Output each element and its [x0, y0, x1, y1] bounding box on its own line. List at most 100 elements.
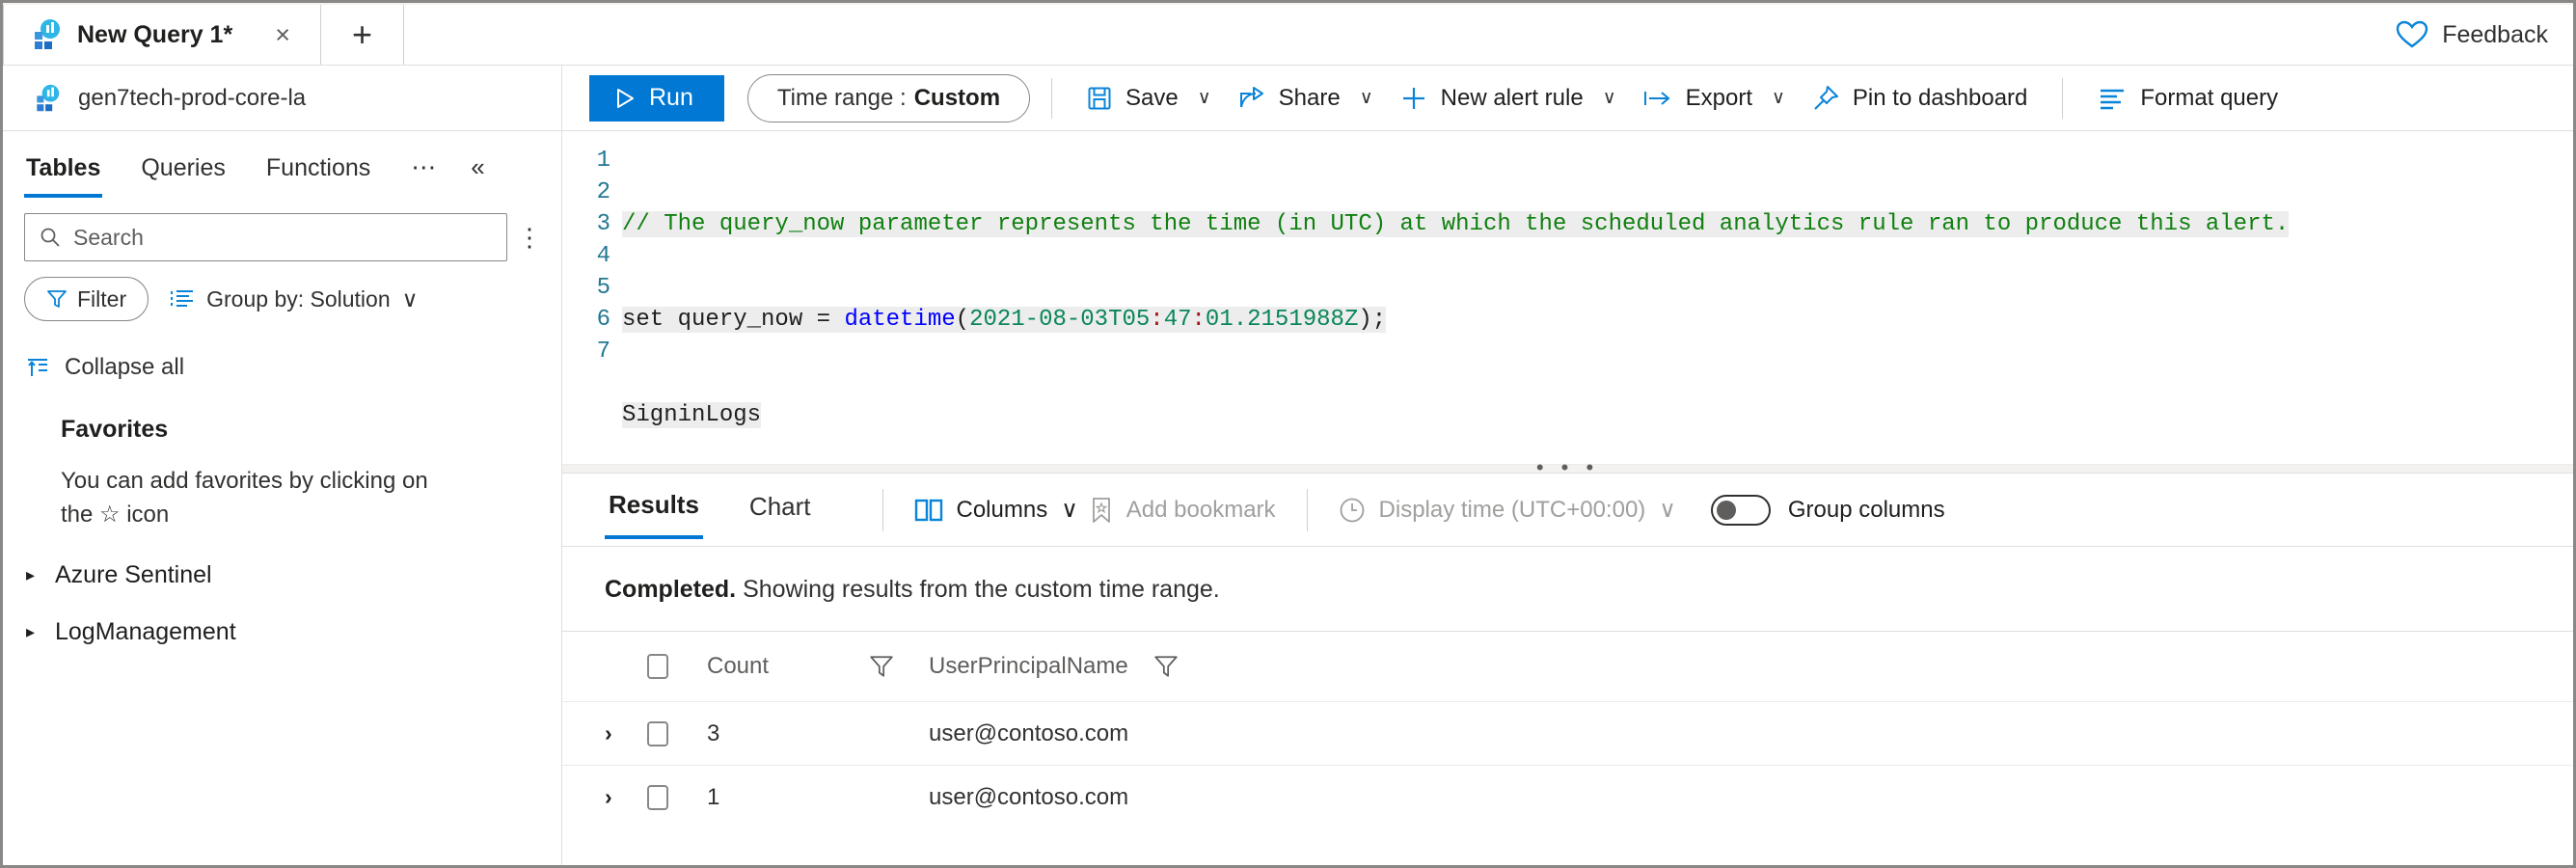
pin-to-dashboard-button[interactable]: Pin to dashboard — [1799, 74, 2041, 122]
results-toolbar: Results Chart Columns ∨ — [562, 474, 2573, 547]
sidebar-node-azure-sentinel[interactable]: ▸ Azure Sentinel — [3, 532, 561, 589]
sidebar-tab-queries[interactable]: Queries — [139, 149, 228, 194]
cell-userprincipalname: user@contoso.com — [929, 784, 1128, 811]
column-filter-userprincipalname[interactable] — [1153, 654, 1213, 679]
save-icon — [1087, 86, 1112, 111]
expand-row-icon[interactable]: › — [605, 784, 647, 810]
code-token: SigninLogs — [622, 402, 761, 428]
workspace-selector[interactable]: gen7tech-prod-core-la — [3, 66, 562, 131]
line-number: 3 — [562, 208, 610, 240]
row-select-cell[interactable] — [647, 721, 707, 746]
time-range-prefix: Time range : — [777, 85, 907, 112]
time-range-picker[interactable]: Time range : Custom — [747, 74, 1030, 122]
sidebar-kebab-icon[interactable]: ⋮ — [517, 228, 542, 248]
time-range-value: Custom — [914, 85, 1000, 112]
table-row[interactable]: › 1 user@contoso.com — [562, 765, 2573, 828]
close-icon[interactable]: × — [275, 22, 290, 48]
add-bookmark-button[interactable]: Add bookmark — [1084, 497, 1282, 524]
table-row[interactable]: › 3 user@contoso.com — [562, 701, 2573, 765]
pin-icon — [1812, 85, 1839, 112]
tabbar-spacer — [404, 5, 2396, 65]
group-columns-toggle[interactable]: Group columns — [1711, 495, 1945, 526]
list-icon — [170, 288, 195, 310]
plus-icon — [1400, 85, 1427, 112]
filter-icon — [46, 288, 68, 310]
select-all-checkbox[interactable] — [647, 654, 668, 679]
share-label: Share — [1279, 85, 1341, 112]
row-checkbox[interactable] — [647, 785, 668, 810]
line-number: 1 — [562, 145, 610, 176]
expand-row-icon[interactable]: › — [605, 720, 647, 746]
query-editor[interactable]: 1 2 3 4 5 6 7 // The query_now parameter… — [562, 131, 2573, 464]
log-analytics-icon — [32, 84, 61, 113]
format-query-button[interactable]: Format query — [2084, 74, 2291, 122]
tab-results-label: Results — [609, 490, 699, 519]
query-tab-bar: New Query 1* × + Feedback — [3, 3, 2573, 66]
editor-line-numbers: 1 2 3 4 5 6 7 — [562, 131, 622, 464]
log-analytics-icon — [29, 18, 62, 51]
toggle-switch[interactable] — [1711, 495, 1771, 526]
divider — [1307, 489, 1308, 531]
display-time-label: Display time (UTC+00:00) — [1379, 497, 1646, 524]
code-token: 01.2151988Z — [1206, 307, 1358, 333]
results-grid-header: Count UserPrincipalName — [562, 632, 2573, 701]
row-checkbox[interactable] — [647, 721, 668, 746]
results-status-bold: Completed. — [605, 576, 736, 603]
favorites-hint: You can add favorites by clicking on the… — [3, 444, 504, 532]
column-filter-count[interactable] — [869, 654, 929, 679]
collapse-all-icon — [26, 357, 49, 378]
panel-splitter[interactable]: • • • — [562, 464, 2573, 474]
new-alert-rule-button[interactable]: New alert rule ∨ — [1387, 74, 1630, 122]
divider — [882, 489, 883, 531]
log-analytics-app: New Query 1* × + Feedback — [0, 0, 2576, 868]
filter-button[interactable]: Filter — [24, 277, 149, 321]
sidebar-tab-functions[interactable]: Functions — [264, 149, 372, 194]
sidebar-node-logmanagement[interactable]: ▸ LogManagement — [3, 589, 561, 646]
results-status-rest: Showing results from the custom time ran… — [736, 576, 1220, 603]
format-query-label: Format query — [2140, 85, 2278, 112]
run-label: Run — [649, 84, 693, 112]
editor-code[interactable]: // The query_now parameter represents th… — [622, 131, 2573, 464]
group-by-label: Group by: Solution — [206, 286, 391, 312]
export-button[interactable]: Export ∨ — [1630, 74, 1799, 122]
columns-button[interactable]: Columns ∨ — [908, 496, 1084, 524]
sidebar-more-icon[interactable]: ⋯ — [409, 149, 440, 194]
line-number: 7 — [562, 336, 610, 367]
pin-label: Pin to dashboard — [1853, 85, 2027, 112]
sidebar-tab-tables[interactable]: Tables — [24, 149, 102, 198]
query-tab-new-query-1[interactable]: New Query 1* × — [3, 5, 321, 65]
collapse-sidebar-icon[interactable]: « — [469, 149, 486, 194]
workspace-name: gen7tech-prod-core-la — [78, 85, 306, 112]
add-bookmark-label: Add bookmark — [1126, 497, 1276, 524]
row-select-cell[interactable] — [647, 785, 707, 810]
select-all-cell[interactable] — [647, 654, 707, 679]
column-header-count[interactable]: Count — [707, 653, 869, 680]
column-header-userprincipalname[interactable]: UserPrincipalName — [929, 653, 1128, 680]
code-token: : — [1150, 307, 1163, 333]
collapse-all-label: Collapse all — [65, 354, 184, 381]
code-line-2: set query_now = datetime(2021-08-03T05:4… — [622, 304, 2573, 336]
cell-userprincipalname: user@contoso.com — [929, 720, 1128, 747]
collapse-all-button[interactable]: Collapse all — [3, 321, 561, 381]
display-time-button[interactable]: Display time (UTC+00:00) ∨ — [1333, 496, 1682, 524]
tab-results[interactable]: Results — [605, 480, 703, 539]
run-button[interactable]: Run — [589, 75, 724, 122]
search-box[interactable] — [24, 213, 507, 261]
command-items: Run Time range : Custom Save ∨ — [562, 74, 2573, 122]
favorites-title: Favorites — [3, 381, 561, 444]
add-query-tab-button[interactable]: + — [321, 5, 404, 65]
save-button[interactable]: Save ∨ — [1073, 74, 1225, 122]
clock-icon — [1339, 497, 1366, 524]
results-status: Completed. Showing results from the cust… — [562, 547, 2573, 631]
export-icon — [1643, 88, 1672, 109]
tab-chart[interactable]: Chart — [746, 482, 815, 537]
group-by-button[interactable]: Group by: Solution ∨ — [170, 286, 418, 312]
chevron-right-icon: ▸ — [26, 622, 40, 642]
code-token: set query_now = — [622, 307, 844, 333]
search-input[interactable] — [73, 225, 493, 251]
chevron-down-icon: ∨ — [1603, 87, 1616, 109]
feedback-label: Feedback — [2442, 21, 2548, 49]
feedback-button[interactable]: Feedback — [2396, 5, 2573, 65]
code-comment: // The query_now parameter represents th… — [622, 211, 2289, 237]
share-button[interactable]: Share ∨ — [1225, 74, 1387, 122]
